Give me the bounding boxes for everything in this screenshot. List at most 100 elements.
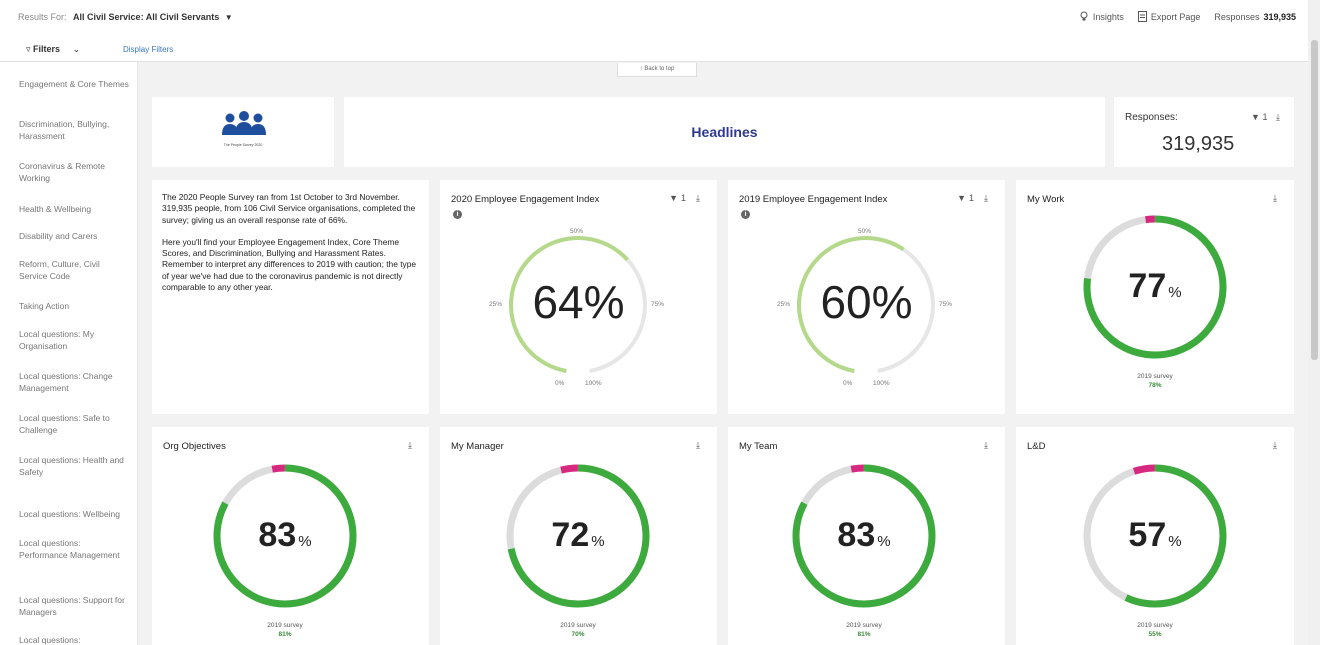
responses-card: Responses: ▼ 1 ⤓ 319,935 [1114, 97, 1294, 167]
display-filters-link[interactable]: Display Filters [123, 45, 173, 54]
filter-icon: ▿ [26, 44, 31, 54]
responses-value: 319,935 [1263, 11, 1296, 22]
sidebar: Engagement & Core Themes Discrimination, … [0, 62, 138, 645]
filter-bar: ▿ Filters ⌄ Display Filters [0, 38, 1320, 62]
responses-card-label: Responses: [1125, 112, 1178, 123]
responses-card-actions: ▼ 1 ⤓ [1251, 112, 1280, 123]
headline-card: Headlines [344, 97, 1105, 167]
lightbulb-icon [1080, 11, 1088, 21]
chevron-down-icon: ⌄ [72, 44, 81, 54]
theme-score-card: My Work ⤓ 77% 2019 survey 78% [1016, 180, 1294, 414]
intro-paragraph-2: Here you'll find your Employee Engagemen… [162, 236, 417, 293]
gauge-tick-label: 0% [555, 380, 565, 387]
comparison-label: 2019 survey [267, 622, 303, 629]
theme-score-card: Org Objectives ⤓ 83% 2019 survey 81% [152, 427, 429, 645]
comparison-label: 2019 survey [1137, 373, 1173, 380]
theme-score-card: L&D ⤓ 57% 2019 survey 55% [1016, 427, 1294, 645]
ring-number: 57 [1128, 516, 1167, 554]
theme-score-card: My Manager ⤓ 72% 2019 survey 70% [440, 427, 717, 645]
sidebar-item[interactable]: Health & Wellbeing [0, 203, 137, 215]
ring-negative-arc [850, 464, 864, 473]
intro-paragraph-1: The 2020 People Survey ran from 1st Octo… [162, 192, 416, 225]
responses-label: Responses [1214, 11, 1260, 22]
gauge-tick-label: 75% [651, 301, 665, 308]
ring-value: 77% [1016, 267, 1294, 306]
gauge-tick-label: 0% [843, 380, 853, 387]
responses-summary: Responses 319,935 [1214, 12, 1296, 22]
sidebar-item[interactable]: Local questions: Safe to Challenge [0, 412, 137, 436]
sidebar-item[interactable]: Local questions: Change Management [0, 370, 137, 394]
chevron-down-icon[interactable]: ▼ [225, 13, 233, 22]
scrollbar-thumb[interactable] [1311, 40, 1318, 360]
gauge-tick-label: 50% [858, 228, 872, 235]
ring-value: 57% [1016, 516, 1294, 555]
top-actions: Insights Export Page Responses 319,935 [1079, 11, 1296, 22]
ring-number: 72 [551, 516, 590, 554]
comparison-label: 2019 survey [846, 622, 882, 629]
download-icon[interactable]: ⤓ [1276, 112, 1280, 122]
export-page-button[interactable]: Export Page [1137, 11, 1201, 22]
insights-label: Insights [1092, 11, 1124, 22]
ring-value: 83% [146, 516, 424, 555]
filter-count: 1 [1262, 112, 1268, 122]
page-scrollbar[interactable] [1308, 0, 1320, 645]
theme-score-card: My Team ⤓ 83% 2019 survey 81% [728, 427, 1005, 645]
gauge-tick-label: 75% [939, 301, 953, 308]
sidebar-item[interactable]: Discrimination, Bullying, Harassment [0, 118, 137, 142]
engagement-index-card: 2019 Employee Engagement Index ▼ 1 ⤓ i 60% 50%… [728, 180, 1005, 414]
gauge-value: 60% [820, 276, 913, 328]
sidebar-item[interactable]: Local questions: Support for Managers [0, 594, 137, 618]
ring-negative-arc [1132, 464, 1156, 475]
filter-icon[interactable]: ▼ [1251, 112, 1260, 122]
comparison-label: 2019 survey [560, 622, 596, 629]
sidebar-item[interactable]: Taking Action [0, 300, 137, 312]
comparison-value: 78% [1148, 382, 1162, 389]
sidebar-item[interactable]: Local questions: My Organisation [0, 328, 137, 352]
results-for-label: Results For: [18, 12, 67, 22]
filters-label: Filters [33, 44, 61, 54]
gauge-tick-label: 100% [585, 380, 602, 387]
ring-value: 83% [725, 516, 1003, 555]
ring-unit: % [877, 533, 891, 550]
sidebar-item[interactable]: Coronavirus & Remote Working [0, 160, 137, 184]
document-icon [1137, 11, 1147, 22]
comparison-value: 55% [1148, 631, 1162, 638]
comparison-value: 81% [278, 631, 292, 638]
sidebar-item[interactable]: Reform, Culture, Civil Service Code [0, 258, 137, 282]
gauge-value: 64% [532, 276, 625, 328]
ring-number: 83 [258, 516, 297, 554]
gauge-tick-label: 50% [570, 228, 584, 235]
gauge-tick-label: 25% [489, 301, 503, 308]
ring-number: 77 [1128, 267, 1167, 305]
ring-negative-arc [560, 464, 578, 474]
page-title: Headlines [691, 124, 758, 140]
logo-card: The People Survey 2020 [152, 97, 334, 167]
gauge-tick-label: 25% [777, 301, 791, 308]
sidebar-item[interactable]: Local questions: [0, 634, 137, 645]
gauge-tick-label: 100% [873, 380, 890, 387]
filters-button[interactable]: ▿ Filters ⌄ [26, 44, 80, 55]
results-for[interactable]: Results For: All Civil Service: All Civi… [18, 12, 233, 22]
engagement-index-card: 2020 Employee Engagement Index ▼ 1 ⤓ i 64% 50%… [440, 180, 717, 414]
people-survey-logo: The People Survey 2020 [222, 111, 266, 147]
sidebar-item[interactable]: Local questions: Health and Safety [0, 454, 137, 478]
back-to-top-button[interactable]: ↑ Back to top [617, 63, 697, 77]
comparison-value: 70% [571, 631, 585, 638]
sidebar-item[interactable]: Disability and Carers [0, 230, 137, 242]
insights-button[interactable]: Insights [1079, 11, 1124, 22]
ring-unit: % [1168, 284, 1182, 301]
results-scope[interactable]: All Civil Service: All Civil Servants [73, 12, 219, 22]
ring-number: 83 [837, 516, 876, 554]
comparison-label: 2019 survey [1137, 622, 1173, 629]
intro-card: The 2020 People Survey ran from 1st Octo… [152, 180, 429, 414]
ring-unit: % [1168, 533, 1182, 550]
ring-unit: % [591, 533, 605, 550]
ring-negative-arc [271, 464, 285, 473]
export-label: Export Page [1150, 11, 1201, 22]
ring-value: 72% [439, 516, 717, 555]
logo-caption: The People Survey 2020 [224, 143, 263, 147]
sidebar-item[interactable]: Engagement & Core Themes [0, 78, 137, 90]
sidebar-item[interactable]: Local questions: Wellbeing [0, 508, 137, 520]
responses-card-value: 319,935 [1162, 133, 1235, 155]
sidebar-item[interactable]: Local questions: Performance Management [0, 537, 137, 561]
